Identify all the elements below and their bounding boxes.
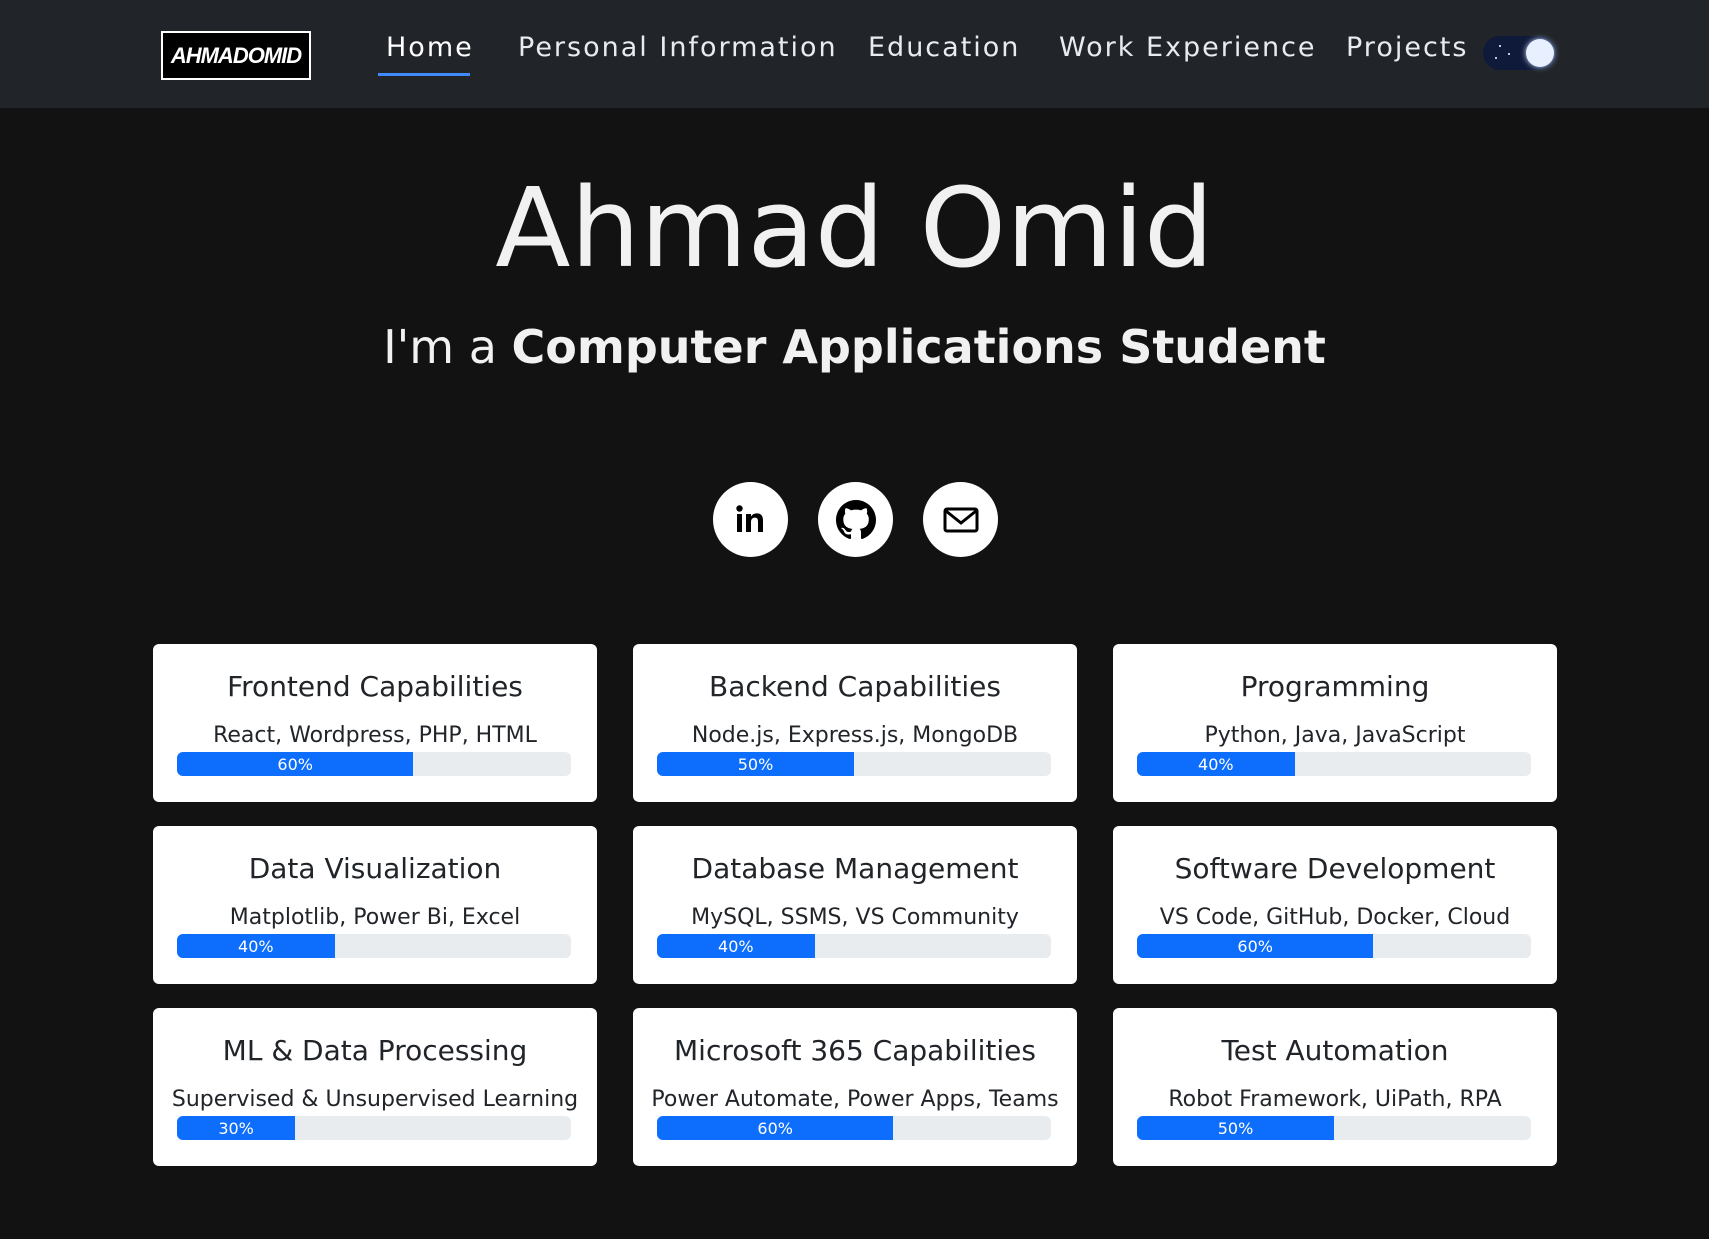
nav-link-home[interactable]: Home: [386, 32, 474, 63]
nav-link-education[interactable]: Education: [868, 32, 1020, 63]
skill-title: Software Development: [1174, 852, 1496, 885]
progress-fill: 40%: [177, 934, 335, 958]
skill-card: ML & Data Processing Supervised & Unsupe…: [153, 1008, 597, 1166]
progress-track: 40%: [177, 934, 571, 958]
skill-description: Matplotlib, Power Bi, Excel: [229, 905, 521, 930]
linkedin-icon: [731, 500, 771, 540]
skill-title: ML & Data Processing: [222, 1034, 528, 1067]
nav-link-work-experience[interactable]: Work Experience: [1059, 32, 1317, 63]
skill-title: Database Management: [691, 852, 1019, 885]
nav-link-personal-information[interactable]: Personal Information: [518, 32, 838, 63]
skill-description: React, Wordpress, PHP, HTML: [213, 723, 537, 748]
star-icon: [1495, 57, 1497, 59]
skill-card: Backend Capabilities Node.js, Express.js…: [633, 644, 1077, 802]
skill-title: Data Visualization: [248, 852, 502, 885]
progress-track: 30%: [177, 1116, 571, 1140]
moon-icon: [1526, 39, 1554, 67]
progress-track: 60%: [177, 752, 571, 776]
skill-title: Backend Capabilities: [709, 670, 1001, 703]
progress-track: 60%: [1137, 934, 1531, 958]
progress-fill: 50%: [1137, 1116, 1334, 1140]
skill-description: MySQL, SSMS, VS Community: [691, 905, 1019, 930]
hero-role: Computer Applications Student: [511, 320, 1326, 374]
linkedin-link[interactable]: [713, 482, 788, 557]
progress-fill: 60%: [1137, 934, 1374, 958]
star-icon: [1499, 45, 1501, 47]
star-icon: [1508, 53, 1510, 55]
progress-fill: 50%: [657, 752, 854, 776]
skill-card: Test Automation Robot Framework, UiPath,…: [1113, 1008, 1557, 1166]
skill-card: Data Visualization Matplotlib, Power Bi,…: [153, 826, 597, 984]
progress-fill: 30%: [177, 1116, 296, 1140]
progress-fill: 60%: [177, 752, 414, 776]
progress-track: 50%: [1137, 1116, 1531, 1140]
github-link[interactable]: [818, 482, 893, 557]
skill-title: Programming: [1240, 670, 1430, 703]
skill-card: Programming Python, Java, JavaScript 40%: [1113, 644, 1557, 802]
skill-card: Database Management MySQL, SSMS, VS Comm…: [633, 826, 1077, 984]
hero-name: Ahmad Omid: [495, 164, 1214, 292]
skill-card: Microsoft 365 Capabilities Power Automat…: [633, 1008, 1077, 1166]
skill-description: VS Code, GitHub, Docker, Cloud: [1159, 905, 1511, 930]
progress-track: 40%: [1137, 752, 1531, 776]
progress-fill: 40%: [1137, 752, 1295, 776]
skill-title: Microsoft 365 Capabilities: [674, 1034, 1036, 1067]
progress-fill: 60%: [657, 1116, 894, 1140]
skill-description: Supervised & Unsupervised Learning: [171, 1087, 579, 1112]
github-icon: [835, 499, 876, 540]
progress-track: 60%: [657, 1116, 1051, 1140]
email-link[interactable]: [923, 482, 998, 557]
nav-link-projects[interactable]: Projects: [1346, 32, 1468, 63]
skill-card: Software Development VS Code, GitHub, Do…: [1113, 826, 1557, 984]
skill-description: Node.js, Express.js, MongoDB: [691, 723, 1019, 748]
skill-card: Frontend Capabilities React, Wordpress, …: [153, 644, 597, 802]
hero-subtitle-prefix: I'm a: [383, 320, 512, 374]
hero-subtitle: I'm a Computer Applications Student: [0, 320, 1709, 375]
progress-track: 50%: [657, 752, 1051, 776]
progress-fill: 40%: [657, 934, 815, 958]
theme-toggle[interactable]: [1483, 36, 1557, 70]
mail-icon: [941, 500, 981, 540]
navbar: AHMADOMID Home Personal Information Educ…: [0, 0, 1709, 108]
skill-title: Test Automation: [1221, 1034, 1449, 1067]
skill-description: Power Automate, Power Apps, Teams: [651, 1087, 1059, 1112]
progress-track: 40%: [657, 934, 1051, 958]
skill-title: Frontend Capabilities: [227, 670, 523, 703]
active-nav-underline: [378, 73, 470, 76]
site-logo[interactable]: AHMADOMID: [161, 31, 311, 80]
skill-description: Python, Java, JavaScript: [1204, 723, 1466, 748]
skill-description: Robot Framework, UiPath, RPA: [1168, 1087, 1502, 1112]
